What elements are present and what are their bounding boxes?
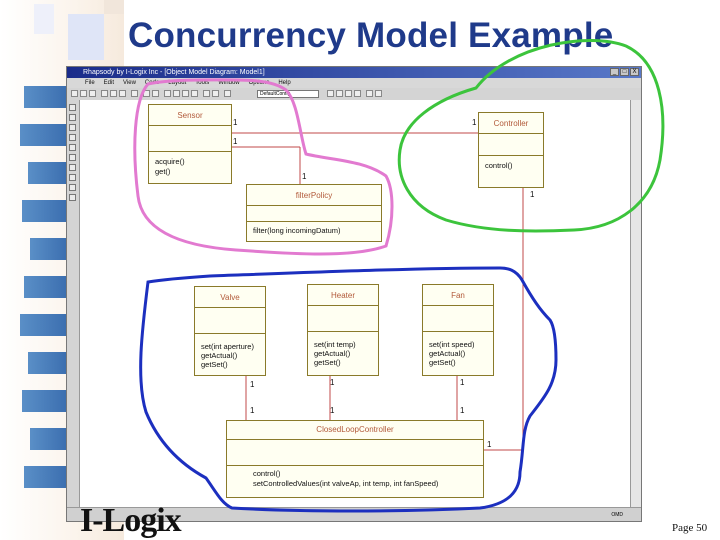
blue-scribble [139,266,558,513]
green-scribble [397,39,665,233]
pink-scribble [133,78,394,256]
page-number: Page 50 [672,522,708,534]
scribble-overlay [133,39,665,513]
i-logix-logo: I-Logix [80,502,182,539]
